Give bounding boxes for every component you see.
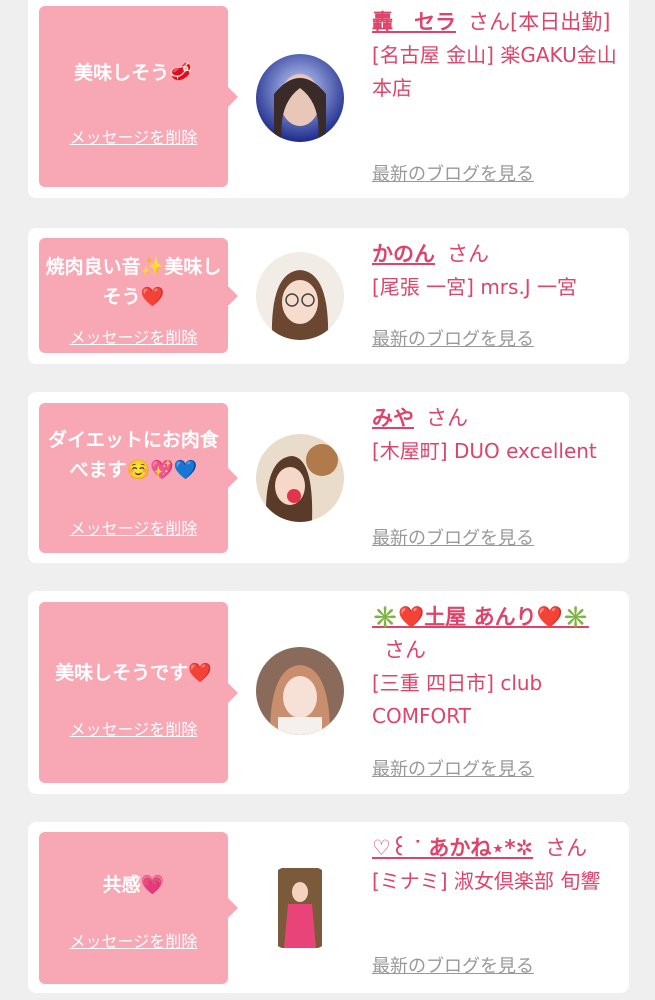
avatar[interactable] (256, 252, 344, 340)
delete-message-link[interactable]: メッセージを削除 (39, 324, 228, 348)
avatar[interactable] (256, 54, 344, 142)
user-name-link[interactable]: 轟 セラ (372, 10, 456, 34)
message-bubble: ダイエットにお肉食べます☺️💖💙 メッセージを削除 (39, 403, 238, 553)
user-name-link[interactable]: みや (372, 406, 414, 430)
message-bubble: 共感💗 メッセージを削除 (39, 832, 238, 984)
latest-blog-link[interactable]: 最新のブログを見る (372, 160, 534, 186)
avatar[interactable] (256, 864, 344, 952)
user-name-link[interactable]: かのん (372, 242, 435, 266)
delete-message-link[interactable]: メッセージを削除 (39, 515, 228, 539)
latest-blog-link[interactable]: 最新のブログを見る (372, 524, 534, 550)
latest-blog-link[interactable]: 最新のブログを見る (372, 755, 534, 781)
message-card: 美味しそうです❤️ メッセージを削除 ✳️❤️土屋 あんり❤️✳️ さん [三重 … (28, 591, 629, 794)
san-suffix: さん (545, 836, 588, 860)
user-info: かのん さん [尾張 一宮] mrs.J 一宮 (372, 238, 617, 304)
message-text: 美味しそうです❤️ (55, 662, 212, 684)
latest-blog-link[interactable]: 最新のブログを見る (372, 325, 534, 351)
san-suffix: さん (426, 406, 468, 430)
shop-text: [三重 四日市] club COMFORT (372, 671, 543, 728)
message-bubble: 美味しそうです❤️ メッセージを削除 (39, 602, 238, 783)
user-info: ♡꒰ ᐝ あかね⋆*✲ さん [ミナミ] 淑女倶楽部 旬響 (372, 832, 617, 898)
avatar[interactable] (256, 647, 344, 735)
message-card: 焼肉良い音✨美味しそう❤️ メッセージを削除 かのん さん [尾張 一宮] mrs… (28, 228, 629, 364)
user-info: みや さん [木屋町] DUO excellent (372, 402, 617, 468)
status-text: [本日出勤] (510, 10, 611, 34)
delete-message-link[interactable]: メッセージを削除 (39, 716, 228, 740)
message-text: 共感💗 (102, 874, 165, 896)
delete-message-link[interactable]: メッセージを削除 (39, 124, 228, 148)
message-card: 共感💗 メッセージを削除 ♡꒰ ᐝ あかね⋆*✲ さん [ミナミ] 淑女倶楽部 旬… (28, 822, 629, 993)
latest-blog-link[interactable]: 最新のブログを見る (372, 952, 534, 978)
message-text: 焼肉良い音✨美味しそう❤️ (45, 256, 222, 308)
san-suffix: さん (384, 638, 426, 662)
delete-message-link[interactable]: メッセージを削除 (39, 928, 228, 952)
user-name-link[interactable]: ✳️❤️土屋 あんり❤️✳️ (372, 605, 589, 629)
message-text: 美味しそう🥩 (74, 62, 193, 84)
message-card: ダイエットにお肉食べます☺️💖💙 メッセージを削除 みや さん [木屋町] DUO… (28, 392, 629, 563)
shop-text: [木屋町] DUO excellent (372, 439, 597, 463)
message-bubble: 美味しそう🥩 メッセージを削除 (39, 6, 238, 187)
user-info: 轟 セラ さん[本日出勤] [名古屋 金山] 楽GAKU金山本店 (372, 6, 617, 105)
san-suffix: さん (468, 10, 510, 34)
san-suffix: さん (447, 242, 489, 266)
message-bubble: 焼肉良い音✨美味しそう❤️ メッセージを削除 (39, 238, 238, 353)
shop-text: [ミナミ] 淑女倶楽部 旬響 (372, 869, 601, 893)
shop-text: [尾張 一宮] mrs.J 一宮 (372, 275, 578, 299)
avatar[interactable] (256, 434, 344, 522)
shop-text: [名古屋 金山] 楽GAKU金山本店 (372, 43, 617, 100)
user-info: ✳️❤️土屋 あんり❤️✳️ さん [三重 四日市] club COMFORT (372, 601, 617, 733)
message-text: ダイエットにお肉食べます☺️💖💙 (48, 429, 219, 481)
message-card: 美味しそう🥩 メッセージを削除 轟 セラ さん[本日出勤] [名古屋 金山] 楽G… (28, 0, 629, 198)
user-name-link[interactable]: ♡꒰ ᐝ あかね⋆*✲ (372, 836, 533, 860)
